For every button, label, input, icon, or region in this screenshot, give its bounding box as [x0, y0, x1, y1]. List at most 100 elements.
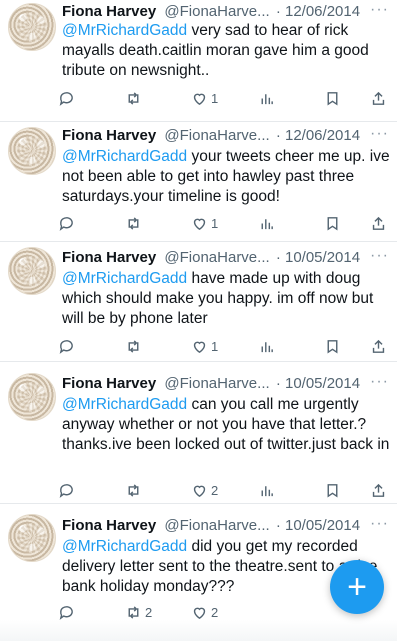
avatar[interactable] — [8, 373, 56, 421]
like-button[interactable]: 1 — [191, 336, 218, 356]
author-name[interactable]: Fiona Harvey — [62, 127, 156, 144]
avatar[interactable] — [8, 514, 56, 562]
more-options-icon[interactable]: ··· — [370, 0, 389, 20]
reply-icon — [59, 216, 73, 231]
tweet-text: @MrRichardGadd your tweets cheer me up. … — [62, 147, 390, 207]
tweet-date[interactable]: · 10/05/2014 — [276, 517, 360, 534]
reply-icon — [59, 91, 73, 106]
mention-link[interactable]: @MrRichardGadd — [62, 22, 187, 39]
retweet-button[interactable] — [125, 88, 142, 108]
reply-button[interactable] — [58, 213, 75, 233]
like-button[interactable]: 1 — [191, 213, 218, 233]
tweet-header: Fiona Harvey @FionaHarve... · 10/05/2014… — [62, 372, 389, 394]
views-button[interactable] — [258, 336, 275, 356]
tweet-header: Fiona Harvey @FionaHarve... · 12/06/2014… — [62, 0, 389, 22]
more-options-icon[interactable]: ··· — [370, 372, 389, 392]
retweet-icon — [128, 605, 139, 619]
share-icon — [372, 91, 385, 105]
views-icon — [261, 341, 273, 352]
more-options-icon[interactable]: ··· — [370, 124, 389, 144]
tweet-actions: 1 — [58, 336, 389, 356]
author-handle[interactable]: @FionaHarve... — [164, 249, 269, 266]
reply-icon — [59, 339, 73, 354]
author-name[interactable]: Fiona Harvey — [62, 375, 156, 392]
share-button[interactable] — [370, 213, 387, 233]
bookmark-icon — [327, 339, 338, 353]
reply-button[interactable] — [58, 602, 75, 622]
avatar[interactable] — [8, 247, 56, 295]
reply-icon — [59, 605, 73, 620]
views-icon — [261, 93, 273, 104]
bottom-nav-fade — [0, 620, 397, 641]
views-button[interactable] — [258, 213, 275, 233]
views-icon — [261, 218, 273, 229]
tweet[interactable]: Fiona Harvey @FionaHarve... · 10/05/2014… — [0, 362, 397, 504]
tweet-date[interactable]: · 12/06/2014 — [276, 3, 360, 20]
mention-link[interactable]: @MrRichardGadd — [62, 538, 187, 555]
like-count: 2 — [211, 604, 219, 620]
avatar[interactable] — [8, 3, 56, 51]
share-button[interactable] — [370, 88, 387, 108]
reply-button[interactable] — [58, 336, 75, 356]
bookmark-button[interactable] — [324, 480, 341, 500]
like-button[interactable]: 1 — [191, 88, 218, 108]
reply-icon — [59, 483, 73, 498]
tweet[interactable]: Fiona Harvey @FionaHarve... · 12/06/2014… — [0, 122, 397, 242]
retweet-icon — [128, 483, 139, 497]
bookmark-button[interactable] — [324, 336, 341, 356]
compose-button[interactable]: + — [330, 560, 384, 614]
share-icon — [372, 339, 385, 353]
mention-link[interactable]: @MrRichardGadd — [62, 270, 187, 287]
author-name[interactable]: Fiona Harvey — [62, 249, 156, 266]
like-button[interactable]: 2 — [191, 480, 218, 500]
mention-link[interactable]: @MrRichardGadd — [62, 396, 187, 413]
retweet-button[interactable] — [125, 480, 142, 500]
like-icon — [193, 218, 206, 230]
retweet-button[interactable] — [125, 213, 142, 233]
tweet-date[interactable]: · 10/05/2014 — [276, 375, 360, 392]
tweet-actions: 1 — [58, 88, 389, 108]
views-icon — [261, 485, 273, 496]
tweet[interactable]: Fiona Harvey @FionaHarve... · 12/06/2014… — [0, 0, 397, 122]
tweet-header: Fiona Harvey @FionaHarve... · 12/06/2014… — [62, 124, 389, 146]
tweet-date[interactable]: · 10/05/2014 — [276, 249, 360, 266]
author-name[interactable]: Fiona Harvey — [62, 3, 156, 20]
tweet-text: @MrRichardGadd can you call me urgently … — [62, 395, 390, 455]
like-count: 1 — [211, 338, 219, 354]
like-icon — [193, 93, 206, 105]
reply-button[interactable] — [58, 480, 75, 500]
retweet-button[interactable] — [125, 336, 142, 356]
more-options-icon[interactable]: ··· — [370, 514, 389, 534]
reply-button[interactable] — [58, 88, 75, 108]
tweet-header: Fiona Harvey @FionaHarve... · 10/05/2014… — [62, 514, 389, 536]
retweet-icon — [128, 339, 139, 353]
author-name[interactable]: Fiona Harvey — [62, 517, 156, 534]
like-count: 1 — [211, 215, 219, 231]
retweet-count: 2 — [145, 604, 153, 620]
author-handle[interactable]: @FionaHarve... — [164, 127, 269, 144]
tweet-text: @MrRichardGadd very sad to hear of rick … — [62, 21, 390, 81]
share-icon — [372, 216, 385, 230]
avatar[interactable] — [8, 127, 56, 175]
tweet-actions: 1 — [58, 213, 389, 233]
views-button[interactable] — [258, 480, 275, 500]
tweet[interactable]: Fiona Harvey @FionaHarve... · 10/05/2014… — [0, 242, 397, 362]
author-handle[interactable]: @FionaHarve... — [164, 517, 269, 534]
like-icon — [193, 341, 206, 353]
tweet-date[interactable]: · 12/06/2014 — [276, 127, 360, 144]
mention-link[interactable]: @MrRichardGadd — [62, 148, 187, 165]
like-button[interactable]: 2 — [191, 602, 218, 622]
bookmark-icon — [327, 483, 338, 497]
bookmark-button[interactable] — [324, 88, 341, 108]
author-handle[interactable]: @FionaHarve... — [164, 375, 269, 392]
author-handle[interactable]: @FionaHarve... — [164, 3, 269, 20]
share-button[interactable] — [370, 480, 387, 500]
retweet-button[interactable]: 2 — [125, 602, 152, 622]
tweet-actions: 2 — [58, 480, 389, 500]
share-button[interactable] — [370, 336, 387, 356]
retweet-icon — [128, 91, 139, 105]
more-options-icon[interactable]: ··· — [370, 246, 389, 266]
views-button[interactable] — [258, 88, 275, 108]
like-icon — [193, 607, 206, 619]
bookmark-button[interactable] — [324, 213, 341, 233]
